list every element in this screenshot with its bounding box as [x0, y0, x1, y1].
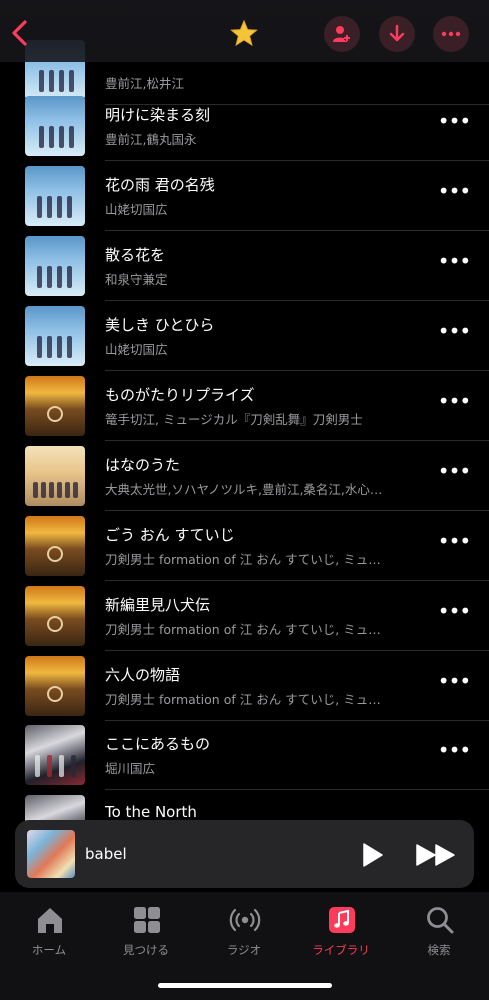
track-title: ごう おん すていじ: [105, 526, 235, 544]
track-title: To the North: [105, 803, 197, 821]
mini-player[interactable]: babel: [15, 820, 474, 888]
album-art: [25, 376, 85, 436]
more-icon[interactable]: •••: [434, 599, 474, 629]
list-item[interactable]: 花の雨 君の名残 山姥切国広 •••: [0, 161, 489, 231]
list-item[interactable]: 美しき ひとひら 山姥切国広 •••: [0, 301, 489, 371]
track-title: ものがたりリプライズ: [105, 386, 255, 404]
track-artist: 山姥切国広: [105, 342, 168, 357]
tab-radio[interactable]: ラジオ: [199, 904, 289, 964]
track-artist: 大典太光世,ソハヤノツルキ,豊前江,桑名江,水心…: [105, 482, 383, 497]
tab-label: ライブラリ: [312, 943, 370, 957]
list-item[interactable]: ごう おん すていじ 刀剣男士 formation of 江 おん すていじ, …: [0, 511, 489, 581]
track-artist: 豊前江,鶴丸国永: [105, 132, 197, 147]
grid-icon: [131, 904, 163, 936]
more-icon[interactable]: •••: [434, 109, 474, 139]
track-artist: 山姥切国広: [105, 202, 168, 217]
track-artist: 豊前江,松井江: [105, 76, 184, 91]
track-list: 豊前江,松井江 明けに染まる刻 豊前江,鶴丸国永 ••• 花の雨 君の名残 山姥…: [0, 0, 489, 840]
track-title: 新編里見八犬伝: [105, 596, 211, 614]
star-icon[interactable]: [229, 19, 259, 49]
track-artist: 堀川国広: [105, 761, 156, 776]
more-icon[interactable]: [433, 16, 469, 52]
tab-label: ラジオ: [226, 943, 262, 957]
album-art: [25, 166, 85, 226]
track-artist: 刀剣男士 formation of 江 おん すていじ, ミュ…: [105, 692, 381, 707]
more-icon[interactable]: •••: [434, 529, 474, 559]
radio-icon: [229, 904, 261, 936]
search-icon: [424, 904, 456, 936]
track-artist: 刀剣男士 formation of 江 おん すていじ, ミュ…: [105, 552, 381, 567]
tab-label: 見つける: [123, 943, 169, 957]
add-person-icon[interactable]: [324, 16, 360, 52]
list-item[interactable]: ここにあるもの 堀川国広 •••: [0, 720, 489, 790]
tab-label: 検索: [427, 943, 451, 957]
list-item[interactable]: はなのうた 大典太光世,ソハヤノツルキ,豊前江,桑名江,水心… •••: [0, 441, 489, 511]
track-title: 六人の物語: [105, 666, 181, 684]
music-library-icon: [326, 904, 358, 936]
tab-library[interactable]: ライブラリ: [296, 904, 386, 964]
now-playing-art: [27, 830, 75, 878]
more-icon[interactable]: •••: [434, 459, 474, 489]
track-title: ここにあるもの: [105, 735, 211, 753]
more-icon[interactable]: •••: [434, 389, 474, 419]
top-bar: [0, 0, 489, 62]
more-icon[interactable]: •••: [434, 179, 474, 209]
list-item[interactable]: 散る花を 和泉守兼定 •••: [0, 231, 489, 301]
chevron-left-icon[interactable]: [8, 18, 32, 48]
more-icon[interactable]: •••: [434, 319, 474, 349]
now-playing-title: babel: [85, 845, 127, 863]
track-artist: 篭手切江, ミュージカル『刀剣乱舞』刀剣男士: [105, 412, 363, 427]
more-icon[interactable]: •••: [434, 738, 474, 768]
track-title: 明けに染まる刻: [105, 106, 211, 124]
track-title: はなのうた: [105, 456, 181, 474]
album-art: [25, 656, 85, 716]
list-item[interactable]: 六人の物語 刀剣男士 formation of 江 おん すていじ, ミュ… •…: [0, 651, 489, 721]
download-icon[interactable]: [379, 16, 415, 52]
album-art: [25, 306, 85, 366]
tab-label: ホーム: [31, 943, 67, 957]
album-art: [25, 586, 85, 646]
list-item[interactable]: 明けに染まる刻 豊前江,鶴丸国永 •••: [0, 91, 489, 161]
home-indicator[interactable]: [158, 983, 332, 988]
album-art: [25, 96, 85, 156]
track-artist: 和泉守兼定: [105, 272, 168, 287]
play-icon[interactable]: [359, 842, 385, 868]
album-art: [25, 236, 85, 296]
list-item[interactable]: ものがたりリプライズ 篭手切江, ミュージカル『刀剣乱舞』刀剣男士 •••: [0, 371, 489, 441]
track-artist: 刀剣男士 formation of 江 おん すていじ, ミュ…: [105, 622, 381, 637]
tab-browse[interactable]: 見つける: [101, 904, 191, 964]
home-icon: [34, 904, 66, 936]
album-art: [25, 516, 85, 576]
fast-forward-icon[interactable]: [415, 842, 457, 868]
track-title: 花の雨 君の名残: [105, 176, 215, 194]
album-art: [25, 446, 85, 506]
track-title: 美しき ひとひら: [105, 316, 215, 334]
track-title: 散る花を: [105, 246, 166, 264]
more-icon[interactable]: •••: [434, 249, 474, 279]
tab-search[interactable]: 検索: [394, 904, 484, 964]
more-icon[interactable]: •••: [434, 669, 474, 699]
album-art: [25, 725, 85, 785]
list-item[interactable]: 新編里見八犬伝 刀剣男士 formation of 江 おん すていじ, ミュ……: [0, 581, 489, 651]
tab-home[interactable]: ホーム: [4, 904, 94, 964]
